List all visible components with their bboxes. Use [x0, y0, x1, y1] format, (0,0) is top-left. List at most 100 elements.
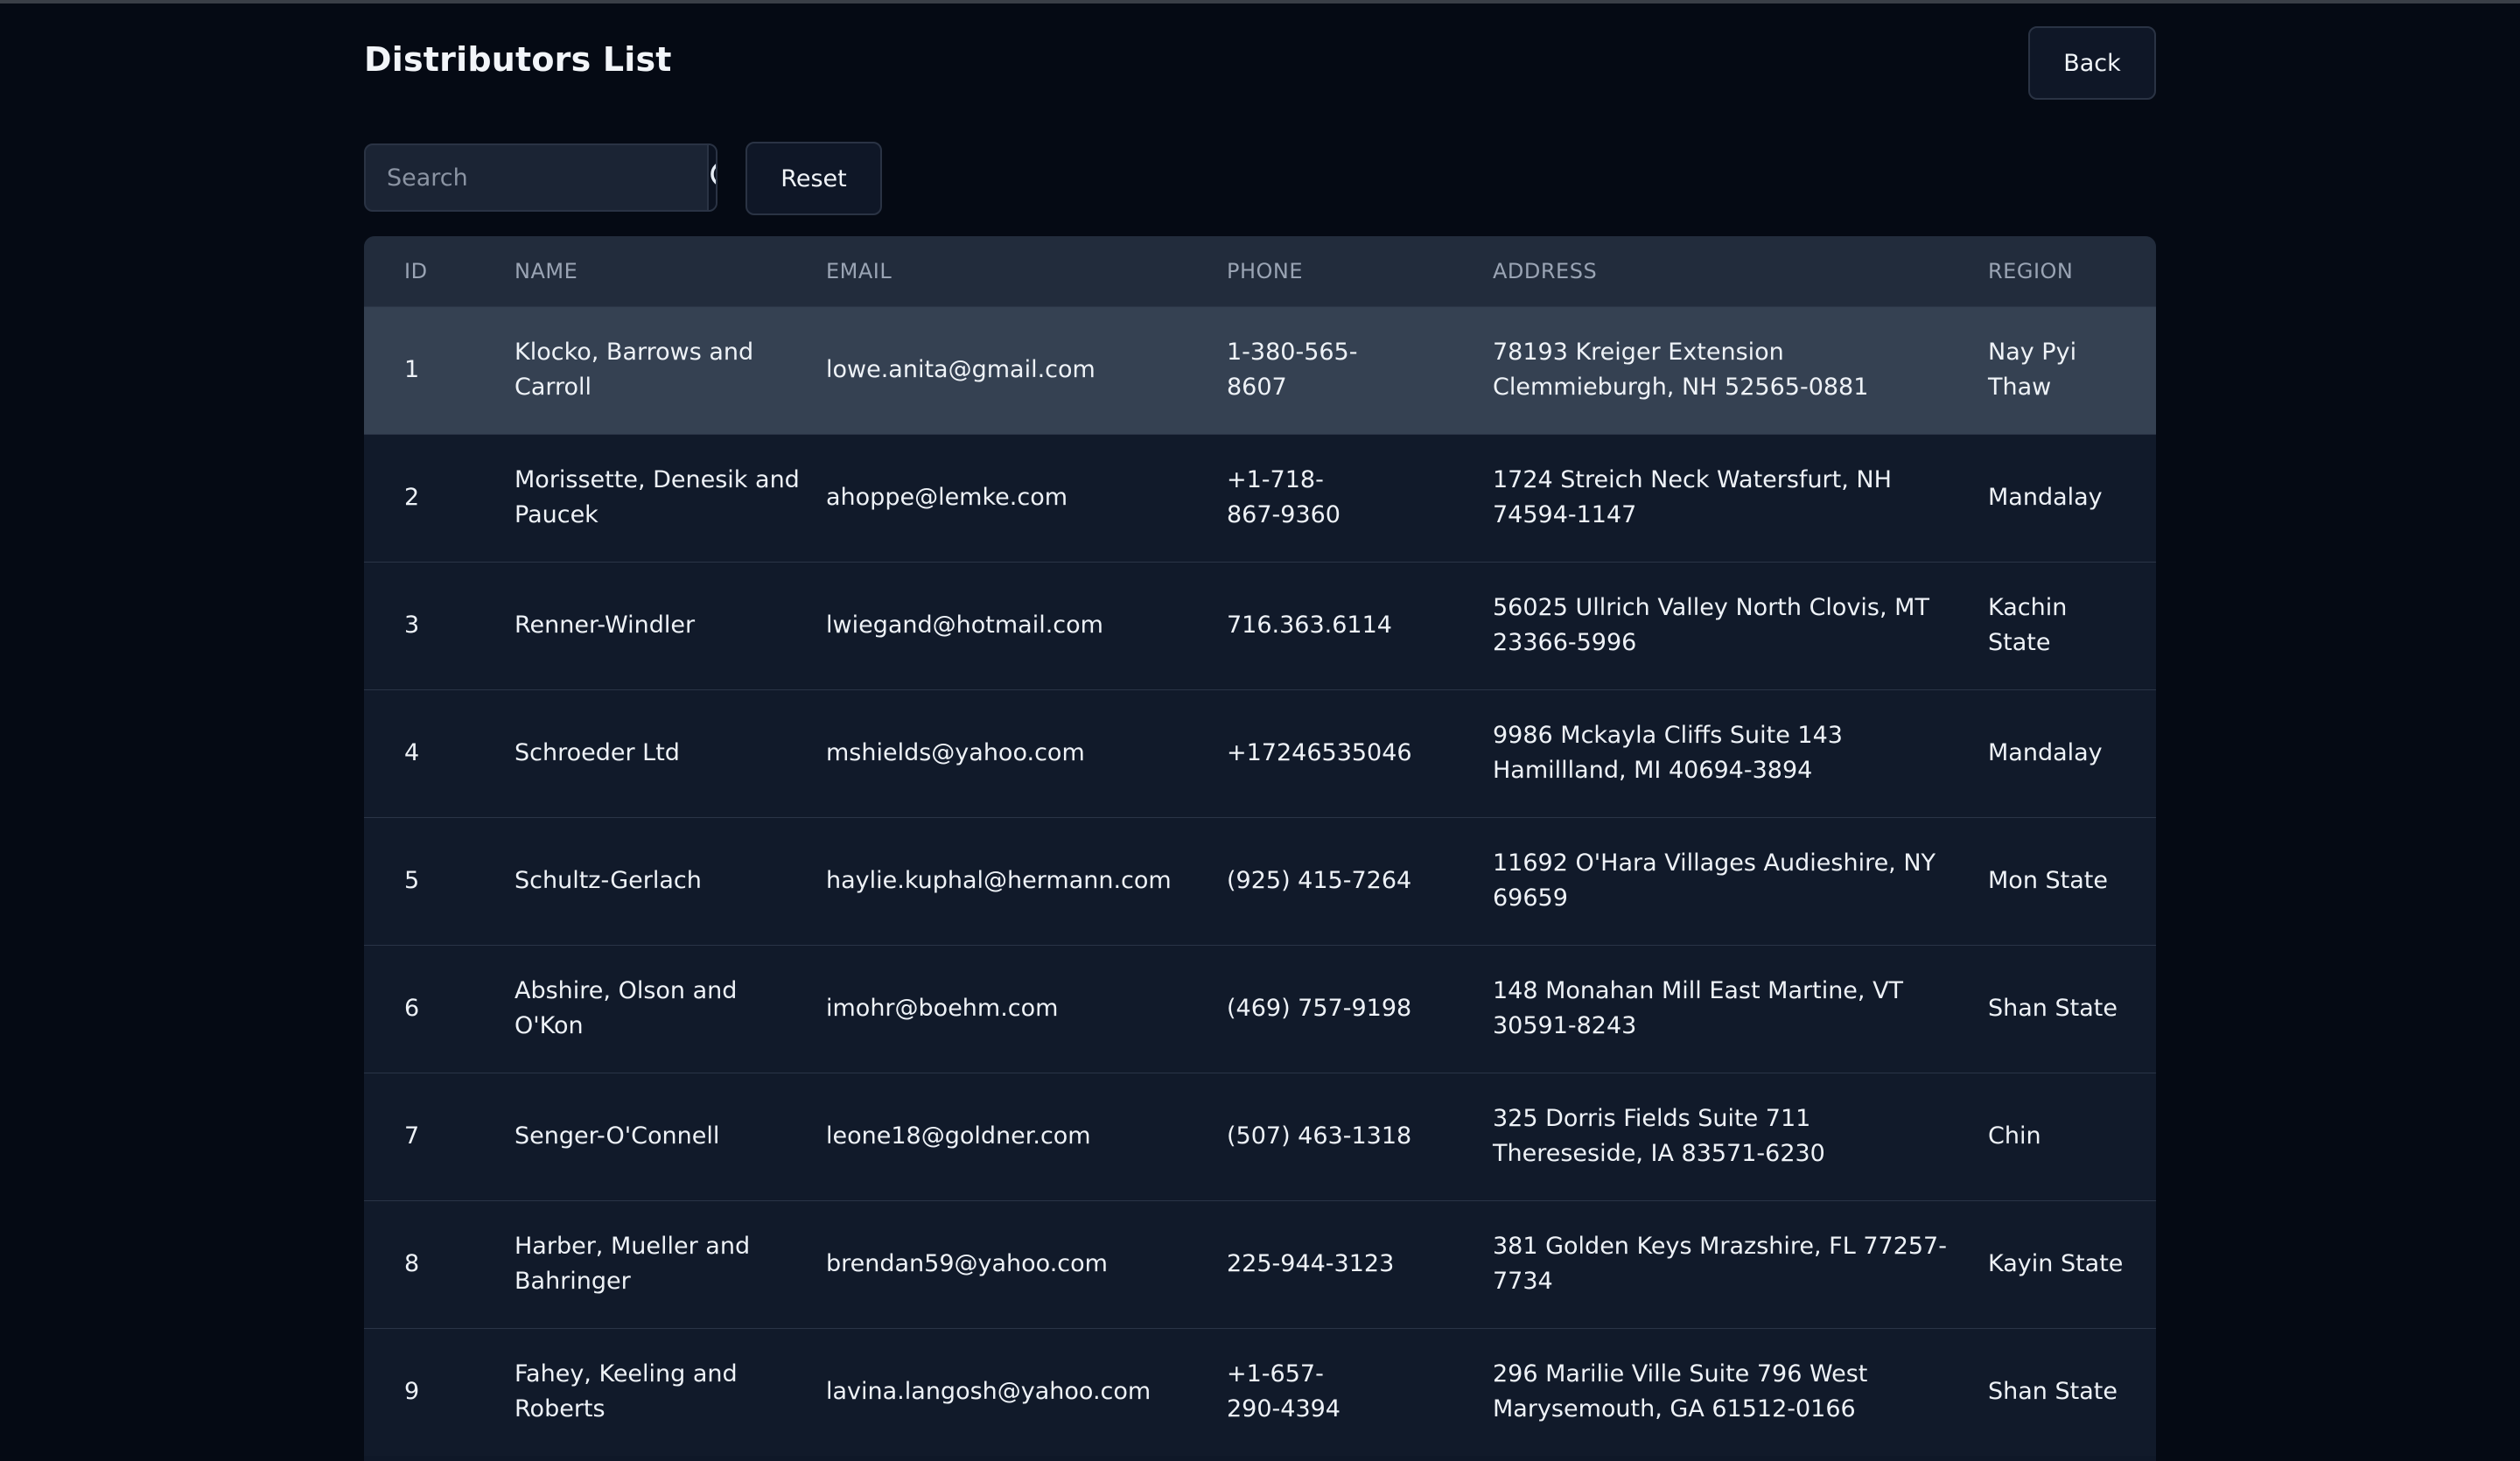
cell-region: Chin: [1988, 1122, 2041, 1150]
cell-name-text: Morissette, Denesik and Paucek: [514, 466, 800, 528]
cell-address-text: 381 Golden Keys Mrazshire, FL 77257-7734: [1493, 1233, 1947, 1295]
cell-id: 7: [404, 1122, 420, 1150]
column-header-id[interactable]: ID: [364, 236, 514, 306]
cell-region: Shan State: [1988, 995, 2118, 1022]
cell-address-text: 1724 Streich Neck Watersfurt, NH 74594-1…: [1493, 466, 1892, 528]
search-box: [364, 143, 718, 212]
table-row[interactable]: 9 Fahey, Keeling and Roberts lavina.lang…: [364, 1328, 2156, 1456]
cell-id: 3: [404, 612, 420, 639]
cell-phone: 225-944-3123: [1227, 1250, 1395, 1277]
search-icon: [710, 164, 716, 185]
table-row[interactable]: 2 Morissette, Denesik and Paucek ahoppe@…: [364, 434, 2156, 562]
cell-address: 325 Dorris Fields Suite 711 Thereseside,…: [1493, 1073, 1988, 1200]
cell-region-text: Nay Pyi Thaw: [1988, 339, 2077, 401]
cell-name: Morissette, Denesik and Paucek: [514, 434, 826, 562]
cell-address: 1724 Streich Neck Watersfurt, NH 74594-1…: [1493, 434, 1988, 562]
cell-name: Abshire, Olson and O'Kon: [514, 945, 826, 1073]
cell-name-text: Fahey, Keeling and Roberts: [514, 1360, 738, 1423]
cell-phone: +1-718-867-9360: [1227, 434, 1493, 562]
cell-address-text: 78193 Kreiger Extension Clemmieburgh, NH…: [1493, 339, 1869, 401]
distributors-page: Distributors List Back Reset ID NAME EMA…: [364, 0, 2156, 1461]
cell-address-text: 9986 Mckayla Cliffs Suite 143 Hamillland…: [1493, 722, 1843, 784]
cell-phone: 1-380-565-8607: [1227, 306, 1493, 434]
cell-name-text: Schultz-Gerlach: [514, 867, 702, 894]
cell-address-text: 56025 Ullrich Valley North Clovis, MT 23…: [1493, 594, 1929, 656]
cell-address-text: 148 Monahan Mill East Martine, VT 30591-…: [1493, 977, 1904, 1039]
cell-id: 5: [404, 867, 420, 894]
cell-address-text: 11692 O'Hara Villages Audieshire, NY 696…: [1493, 849, 1936, 912]
cell-phone: +1-657-290-4394: [1227, 1328, 1493, 1456]
table-row[interactable]: 8 Harber, Mueller and Bahringer brendan5…: [364, 1200, 2156, 1328]
cell-name-text: Schroeder Ltd: [514, 739, 680, 766]
cell-email: lowe.anita@gmail.com: [826, 356, 1096, 383]
cell-name: Senger-O'Connell: [514, 1073, 826, 1200]
cell-id: 6: [404, 995, 420, 1022]
cell-id: 8: [404, 1250, 420, 1277]
cell-address: 381 Golden Keys Mrazshire, FL 77257-7734: [1493, 1200, 1988, 1328]
cell-name-text: Harber, Mueller and Bahringer: [514, 1233, 751, 1295]
cell-name: Harber, Mueller and Bahringer: [514, 1200, 826, 1328]
cell-address-text: 296 Marilie Ville Suite 796 West Marysem…: [1493, 1360, 1868, 1423]
cell-region: Kachin State: [1988, 562, 2156, 689]
table-row[interactable]: 4 Schroeder Ltd mshields@yahoo.com +1724…: [364, 689, 2156, 817]
cell-phone-text: +1-718-867-9360: [1227, 466, 1340, 528]
cell-name-text: Klocko, Barrows and Carroll: [514, 339, 754, 401]
page-title: Distributors List: [364, 40, 672, 79]
cell-region: Shan State: [1988, 1378, 2118, 1406]
cell-phone: (507) 463-1318: [1227, 1122, 1412, 1150]
cell-region: Kayin State: [1988, 1250, 2124, 1277]
cell-email: lwiegand@hotmail.com: [826, 612, 1103, 639]
cell-email: imohr@boehm.com: [826, 995, 1059, 1022]
cell-region-text: Kachin State: [1988, 594, 2068, 656]
search-button[interactable]: [707, 145, 716, 210]
cell-region: Mandalay: [1988, 484, 2103, 511]
reset-button[interactable]: Reset: [746, 142, 882, 215]
table-row[interactable]: 3 Renner-Windler lwiegand@hotmail.com 71…: [364, 562, 2156, 689]
cell-region: Mon State: [1988, 867, 2108, 894]
distributors-table: ID NAME EMAIL PHONE ADDRESS REGION 1 Klo…: [364, 236, 2156, 1461]
cell-phone: 716.363.6114: [1227, 612, 1392, 639]
table-row[interactable]: 7 Senger-O'Connell leone18@goldner.com (…: [364, 1073, 2156, 1200]
cell-id: 2: [404, 484, 420, 511]
cell-region: Nay Pyi Thaw: [1988, 306, 2156, 434]
cell-id: 1: [404, 356, 420, 383]
cell-email: brendan59@yahoo.com: [826, 1250, 1108, 1277]
search-input[interactable]: [366, 145, 707, 210]
cell-email: leone18@goldner.com: [826, 1122, 1091, 1150]
cell-name: Renner-Windler: [514, 562, 826, 689]
cell-address: 296 Marilie Ville Suite 796 West Marysem…: [1493, 1328, 1988, 1456]
cell-name: Schultz-Gerlach: [514, 817, 826, 945]
cell-phone: (925) 415-7264: [1227, 867, 1412, 894]
cell-region: Mandalay: [1988, 739, 2103, 766]
cell-name-text: Abshire, Olson and O'Kon: [514, 977, 738, 1039]
cell-phone: (469) 757-9198: [1227, 995, 1412, 1022]
table-row[interactable]: 6 Abshire, Olson and O'Kon imohr@boehm.c…: [364, 945, 2156, 1073]
cell-name: Klocko, Barrows and Carroll: [514, 306, 826, 434]
cell-phone: +17246535046: [1227, 739, 1412, 766]
column-header-name[interactable]: NAME: [514, 236, 826, 306]
table-row[interactable]: 1 Klocko, Barrows and Carroll lowe.anita…: [364, 306, 2156, 434]
cell-address: 78193 Kreiger Extension Clemmieburgh, NH…: [1493, 306, 1988, 434]
cell-address: 148 Monahan Mill East Martine, VT 30591-…: [1493, 945, 1988, 1073]
cell-phone-text: 1-380-565-8607: [1227, 339, 1358, 401]
cell-email: lavina.langosh@yahoo.com: [826, 1378, 1152, 1406]
cell-id: 9: [404, 1378, 420, 1406]
cell-address: 56025 Ullrich Valley North Clovis, MT 23…: [1493, 562, 1988, 689]
cell-phone-text: +1-657-290-4394: [1227, 1360, 1340, 1423]
column-header-phone[interactable]: PHONE: [1227, 236, 1493, 306]
table-row[interactable]: 5 Schultz-Gerlach haylie.kuphal@hermann.…: [364, 817, 2156, 945]
column-header-email[interactable]: EMAIL: [826, 236, 1227, 306]
cell-address: 11692 O'Hara Villages Audieshire, NY 696…: [1493, 817, 1988, 945]
column-header-address[interactable]: ADDRESS: [1493, 236, 1988, 306]
cell-name-text: Renner-Windler: [514, 612, 696, 639]
cell-address-text: 325 Dorris Fields Suite 711 Thereseside,…: [1493, 1105, 1825, 1167]
column-header-region[interactable]: REGION: [1988, 236, 2156, 306]
cell-email: ahoppe@lemke.com: [826, 484, 1068, 511]
cell-name: Fahey, Keeling and Roberts: [514, 1328, 826, 1456]
back-button[interactable]: Back: [2028, 26, 2156, 100]
table-header-row: ID NAME EMAIL PHONE ADDRESS REGION: [364, 236, 2156, 306]
cell-name-text: Senger-O'Connell: [514, 1122, 720, 1150]
cell-name: Schroeder Ltd: [514, 689, 826, 817]
cell-address: 9986 Mckayla Cliffs Suite 143 Hamillland…: [1493, 689, 1988, 817]
cell-email: mshields@yahoo.com: [826, 739, 1085, 766]
